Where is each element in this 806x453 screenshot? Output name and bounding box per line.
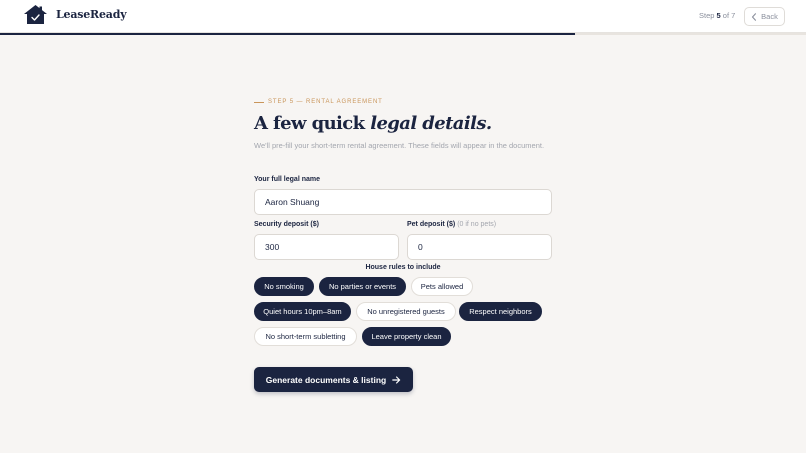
step-current: 5 [716, 11, 721, 20]
rule-chip-label: Leave property clean [371, 332, 442, 341]
page-subtitle: We'll pre-fill your short-term rental ag… [254, 141, 545, 150]
rule-chip-label: No smoking [264, 282, 304, 291]
generate-button[interactable]: Generate documents & listing [254, 367, 413, 392]
pet-deposit-label: Pet deposit ($) (0 if no pets) [407, 221, 552, 228]
deposit-field-group: Security deposit ($) [254, 221, 399, 260]
progress-bar [0, 33, 806, 35]
rule-chip-label: No unregistered guests [367, 307, 445, 316]
house-rules-label: House rules to include [365, 264, 441, 271]
pet-deposit-field-group: Pet deposit ($) (0 if no pets) [407, 221, 552, 260]
deposit-input[interactable] [254, 234, 399, 260]
step-eyebrow: Step 5 — Rental Agreement [254, 99, 552, 105]
pet-deposit-input[interactable] [407, 234, 552, 260]
pet-deposit-label-text: Pet deposit ($) [407, 221, 456, 228]
rule-chip-label: Quiet hours 10pm–8am [263, 307, 342, 316]
title-italic: legal details. [370, 113, 492, 134]
step-prefix: Step [699, 11, 715, 20]
deposit-label: Security deposit ($) [254, 221, 319, 228]
back-button[interactable]: Back [744, 7, 785, 26]
top-header: LeaseReady Step 5 of 7 Back [0, 0, 806, 33]
generate-label: Generate documents & listing [265, 374, 387, 385]
step-indicator: Step 5 of 7 [699, 11, 735, 20]
pet-deposit-hint: (0 if no pets) [457, 221, 497, 228]
rule-chip-label: No parties or events [328, 282, 397, 291]
step-separator: of [722, 11, 730, 20]
house-check-icon [24, 5, 47, 24]
arrow-right-icon [392, 375, 401, 384]
chevron-left-icon [752, 12, 757, 21]
step-total: 7 [731, 11, 736, 20]
page-title: A few quick legal details. [254, 113, 552, 134]
rule-chip-pets-allowed[interactable]: Pets allowed [411, 277, 473, 296]
back-label: Back [761, 12, 778, 21]
rule-chip-no-smoking[interactable]: No smoking [254, 277, 314, 296]
eyebrow-text: Step 5 — Rental Agreement [268, 99, 383, 105]
rule-chip-label: Pets allowed [420, 282, 464, 291]
name-input[interactable] [254, 189, 552, 215]
rule-chip-label: No short-term subletting [265, 332, 346, 341]
rule-chip-quiet-hours[interactable]: Quiet hours 10pm–8am [254, 302, 351, 321]
eyebrow-dash [254, 101, 264, 103]
name-label: Your full legal name [254, 176, 320, 183]
name-field-group: Your full legal name [254, 176, 552, 215]
title-plain: A few quick [254, 113, 371, 134]
rule-chip-respect-neighbors[interactable]: Respect neighbors [459, 302, 542, 321]
rule-chip-leave-clean[interactable]: Leave property clean [362, 327, 451, 346]
rule-chip-no-parties[interactable]: No parties or events [319, 277, 406, 296]
rule-chip-label: Respect neighbors [469, 307, 532, 316]
rule-chip-no-unregistered-guests[interactable]: No unregistered guests [356, 302, 456, 321]
logo[interactable]: LeaseReady [24, 5, 127, 24]
main-content: Step 5 — Rental Agreement A few quick le… [254, 99, 552, 392]
rule-chip-no-subletting[interactable]: No short-term subletting [254, 327, 357, 346]
brand-name: LeaseReady [56, 8, 127, 21]
progress-fill [0, 33, 576, 35]
